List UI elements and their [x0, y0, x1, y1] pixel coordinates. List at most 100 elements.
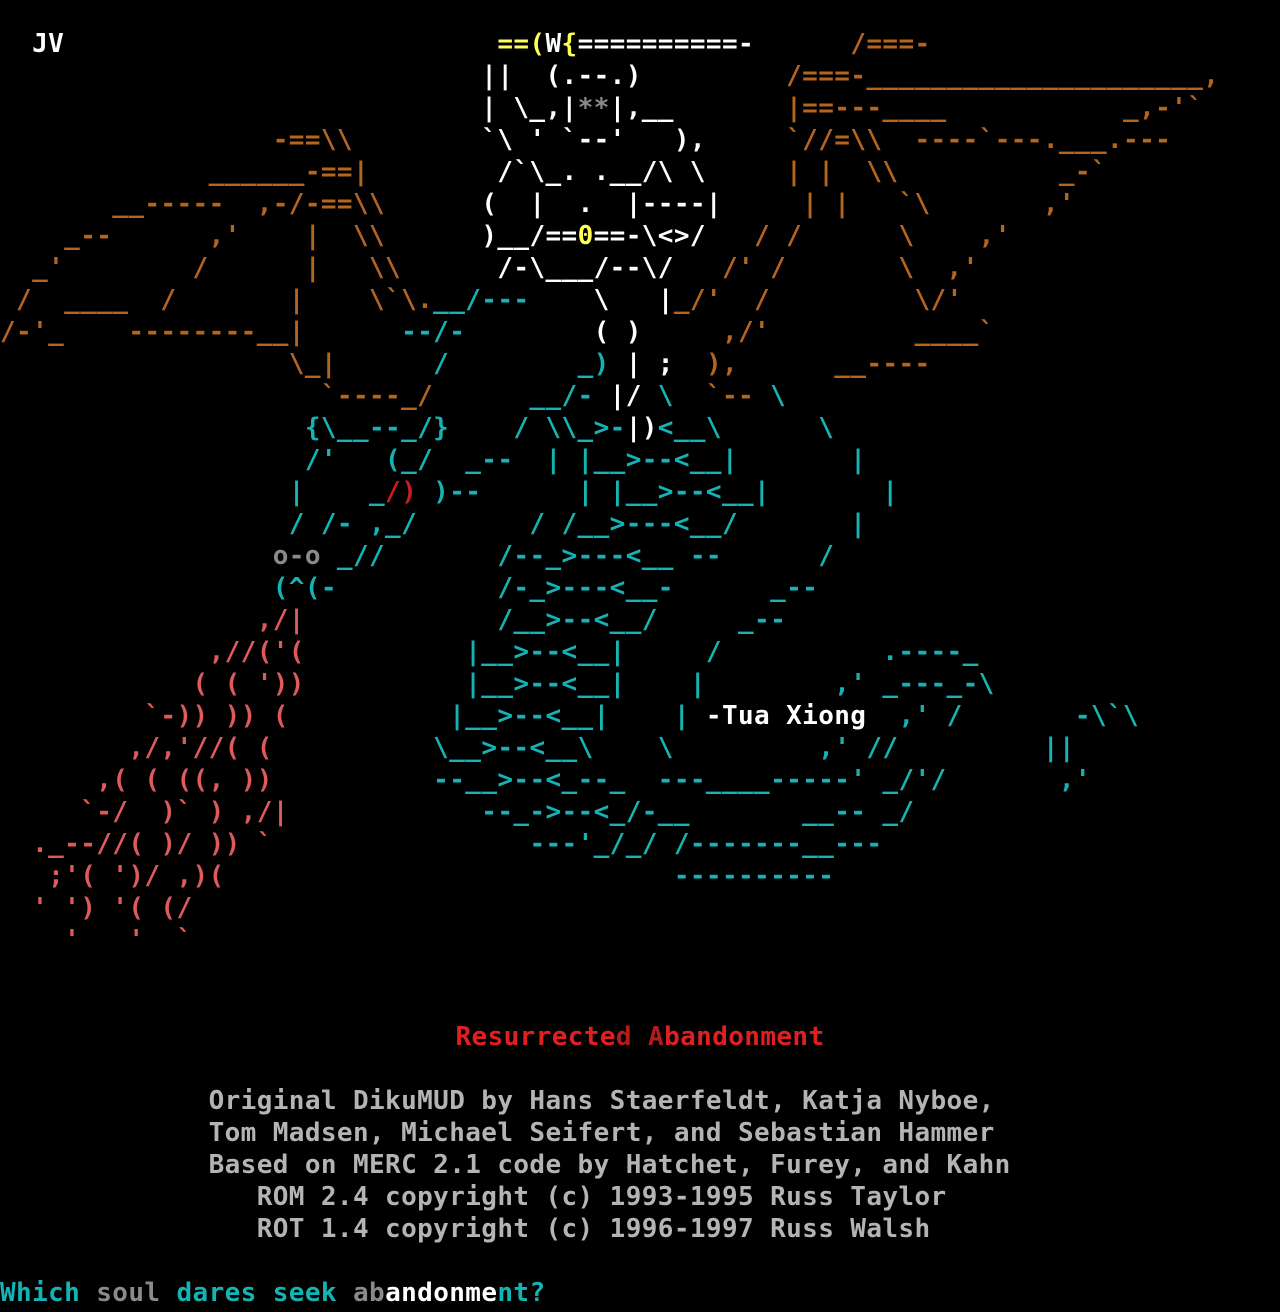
ascii-segment: ==-\<>/ — [593, 221, 755, 251]
ascii-segment: / _) — [401, 349, 610, 379]
ascii-segment: ,/| — [0, 605, 305, 635]
ascii-segment: |,__ — [609, 93, 787, 123]
ascii-segment: ( | . |----| — [481, 189, 803, 219]
ascii-segment: |) — [625, 413, 658, 443]
ascii-segment: __/--- — [433, 285, 530, 315]
ascii-segment: / ____ / | \`\. — [0, 285, 434, 315]
login-prompt[interactable]: Which soul dares seek abandonment? — [0, 1277, 548, 1309]
ascii-line: ' ' ` — [0, 924, 1219, 956]
ascii-line: _-- ,' | \\ )__/==0==-\<>/ / / \ ,' — [0, 220, 1219, 252]
ascii-line: ' ') '( (/ — [0, 892, 1219, 924]
ascii-segment: ==( — [497, 29, 546, 59]
ascii-line: ,//('( |__>--<__| / .----_ — [0, 636, 1219, 668]
ascii-segment: <__\ \ — [657, 413, 835, 443]
ascii-segment: -==\\ — [0, 125, 482, 155]
ascii-line: (^(- /-_>---<__- _-- — [0, 572, 1219, 604]
ascii-segment: ** — [577, 93, 610, 123]
ascii-line: ;'( ')/ ,)( ---------- — [0, 860, 1219, 892]
ascii-line: __----- ,-/-==\\ ( | . |----| | | `\ ,' — [0, 188, 1219, 220]
prompt-segment: andonme — [385, 1278, 498, 1308]
ascii-segment: ;'( ')/ ,)( — [0, 861, 225, 891]
ascii-line: `----_/ __/- |/ \ `-- \ — [0, 380, 1219, 412]
ascii-segment: \ | — [529, 285, 674, 315]
ascii-segment: ---'_/_/ /-------__--- — [272, 829, 883, 859]
ascii-line: /-'_ --------__| --/- ( ) ,/' ____` — [0, 316, 1219, 348]
prompt-segment: Which — [0, 1278, 97, 1308]
mud-title: Resurrected Abandonment — [0, 1021, 1280, 1053]
prompt-segment: ab — [352, 1278, 386, 1308]
ascii-segment: \__>--<__\ \ ,' // || — [272, 733, 1075, 763]
prompt-segment: dares seek — [176, 1278, 353, 1308]
ascii-segment: /' (_/ _-- | |__>--<__| | — [0, 445, 867, 475]
ascii-segment: / /- ,_/ / /__>---<__/ | — [0, 509, 867, 539]
title-segment: A — [648, 1022, 665, 1052]
ascii-segment: ,( ( ((, )) — [0, 765, 273, 795]
ascii-segment: ._--//( )/ )) ` — [0, 829, 273, 859]
ascii-segment: ==========- — [577, 29, 755, 59]
ascii-segment: | ; — [609, 349, 706, 379]
ascii-segment: \_| — [0, 349, 402, 379]
ascii-segment: /-\___/--\/ — [497, 253, 722, 283]
ascii-segment: W — [545, 29, 562, 59]
ascii-line: {\__--_/} / \\_>-|)<__\ \ — [0, 412, 1219, 444]
ascii-segment: | \_,| — [0, 93, 578, 123]
ascii-segment: | | \\ _-` — [786, 157, 1107, 187]
ascii-segment — [0, 541, 273, 571]
ascii-segment: /===- — [754, 29, 931, 59]
prompt-segment: nt? — [497, 1278, 546, 1308]
ascii-segment: `-)) )) ( — [0, 701, 289, 731]
ascii-segment: _/' / \/' — [673, 285, 963, 315]
ascii-segment: |__>--<__| / .----_ — [304, 637, 979, 667]
ascii-segment: / / \ ,' — [754, 221, 1011, 251]
ascii-segment: `----_/ — [0, 381, 498, 411]
ascii-segment: /-'_ --------__| — [0, 317, 369, 347]
ascii-segment: `//=\\ ----`---.___.--- — [786, 125, 1172, 155]
ascii-segment: _// /--_>---<__ -- / — [320, 541, 835, 571]
title-segment: Resurrecte — [455, 1022, 616, 1052]
ascii-segment: |/ — [593, 381, 658, 411]
ascii-line: || (.--.) /===-_____________________, — [0, 60, 1219, 92]
ascii-segment: _-- ,' | \\ — [0, 221, 482, 251]
ascii-line: ._--//( )/ )) ` ---'_/_/ /-------__--- — [0, 828, 1219, 860]
ascii-segment: (^(- /-_>---<__- _-- — [0, 573, 819, 603]
ascii-segment: _' / | \\ — [0, 253, 498, 283]
ascii-segment: ), __---- — [705, 349, 931, 379]
ascii-segment: )-- | |__>--<__| | — [417, 477, 899, 507]
ascii-line: `-)) )) ( |__>--<__| | -Tua Xiong ,' / -… — [0, 700, 1219, 732]
ascii-line: ,/| /__>--<__/ _-- — [0, 604, 1219, 636]
ascii-segment: `-/ )` ) ,/| — [0, 797, 289, 827]
ascii-segment: ( ) — [465, 317, 722, 347]
ascii-segment: || (.--.) — [0, 61, 787, 91]
credit-line: Tom Madsen, Michael Seifert, and Sebasti… — [0, 1118, 995, 1148]
ascii-segment: /' / \ ,' — [721, 253, 979, 283]
ascii-segment: |==---____ _,-'` — [786, 93, 1204, 123]
credit-line: ROT 1.4 copyright (c) 1996-1997 Russ Wal… — [0, 1214, 931, 1244]
ascii-segment: ,/,'//( ( — [0, 733, 273, 763]
text-cursor[interactable] — [546, 1281, 548, 1307]
ascii-art-dragon: JV ==(W{==========- /===- || (.--.) /===… — [0, 28, 1219, 956]
ascii-line: /' (_/ _-- | |__>--<__| | — [0, 444, 1219, 476]
ascii-segment: | _ — [0, 477, 386, 507]
ascii-line: o-o _// /--_>---<__ -- / — [0, 540, 1219, 572]
ascii-segment: __----- ,-/-==\\ — [0, 189, 482, 219]
ascii-line: _' / | \\ /-\___/--\/ /' / \ ,' — [0, 252, 1219, 284]
ascii-segment: \ — [754, 381, 787, 411]
title-segment: d — [615, 1022, 632, 1052]
ascii-segment: o-o — [272, 541, 321, 571]
terminal-screen: JV ==(W{==========- /===- || (.--.) /===… — [0, 0, 1280, 1312]
ascii-segment: 0 — [577, 221, 594, 251]
ascii-line: `-/ )` ) ,/| --_->--<_/-__ __-- _/ — [0, 796, 1219, 828]
ascii-line: \_| / _) | ; ), __---- — [0, 348, 1219, 380]
ascii-segment: { — [561, 29, 578, 59]
ascii-segment: --_->--<_/-__ __-- _/ — [288, 797, 915, 827]
prompt-segment: soul — [96, 1278, 177, 1308]
ascii-line: / ____ / | \`\.__/--- \ |_/' / \/' — [0, 284, 1219, 316]
ascii-line: | \_,|**|,__ |==---____ _,-'` — [0, 92, 1219, 124]
ascii-segment: /) — [385, 477, 418, 507]
credit-line: ROM 2.4 copyright (c) 1993-1995 Russ Tay… — [0, 1182, 947, 1212]
credits-block: Original DikuMUD by Hans Staerfeldt, Kat… — [0, 1085, 1011, 1245]
ascii-segment: --/- — [369, 317, 466, 347]
ascii-segment: {\__--_/} / \\_>- — [0, 413, 626, 443]
ascii-segment: ,' / -\`\ — [866, 701, 1140, 731]
title-segment — [632, 1022, 648, 1052]
